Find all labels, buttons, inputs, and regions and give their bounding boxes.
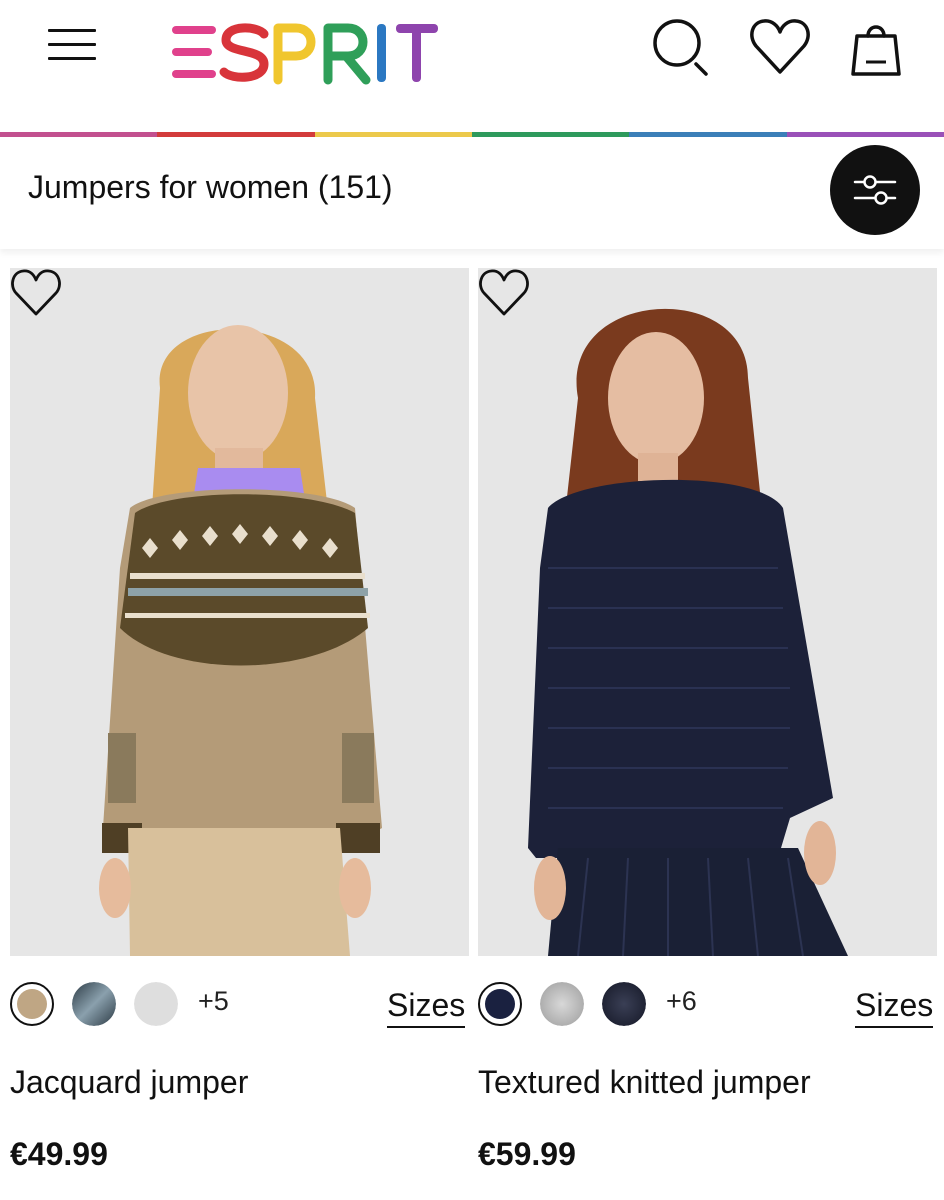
filter-button[interactable] [830, 145, 920, 235]
model-textured-jumper-image [478, 268, 937, 956]
color-swatch[interactable] [540, 982, 584, 1026]
product-card[interactable]: +6 Sizes Textured knitted jumper €59.99 [478, 268, 938, 1200]
hamburger-menu-icon[interactable] [46, 26, 98, 64]
color-swatches: +5 [10, 982, 310, 1028]
color-swatch[interactable] [602, 982, 646, 1026]
product-price: €59.99 [478, 1136, 576, 1172]
product-name[interactable]: Jacquard jumper [10, 1064, 248, 1101]
filter-sliders-icon [853, 175, 897, 205]
add-to-wishlist-heart-icon[interactable] [10, 268, 62, 318]
category-bar: Jumpers for women (151) [0, 137, 944, 249]
product-name[interactable]: Textured knitted jumper [478, 1064, 811, 1101]
site-header [0, 0, 944, 132]
esprit-logo[interactable] [170, 18, 440, 86]
product-image[interactable] [10, 268, 469, 956]
more-colors-count[interactable]: +5 [198, 986, 229, 1017]
color-swatch[interactable] [72, 982, 116, 1026]
model-jacquard-jumper-image [10, 268, 469, 956]
product-card[interactable]: +5 Sizes Jacquard jumper €49.99 [10, 268, 470, 1200]
color-swatch-selected[interactable] [478, 982, 522, 1026]
color-swatches: +6 [478, 982, 778, 1028]
color-swatch[interactable] [134, 982, 178, 1026]
sizes-link[interactable]: Sizes [855, 986, 934, 1028]
product-image[interactable] [478, 268, 937, 956]
heart-icon[interactable] [748, 14, 812, 78]
more-colors-count[interactable]: +6 [666, 986, 697, 1017]
search-icon[interactable] [648, 14, 712, 78]
category-title: Jumpers for women (151) [28, 169, 393, 205]
shopping-bag-icon[interactable] [844, 14, 908, 78]
add-to-wishlist-heart-icon[interactable] [478, 268, 530, 318]
product-price: €49.99 [10, 1136, 108, 1172]
sizes-link[interactable]: Sizes [387, 986, 466, 1028]
color-swatch-selected[interactable] [10, 982, 54, 1026]
